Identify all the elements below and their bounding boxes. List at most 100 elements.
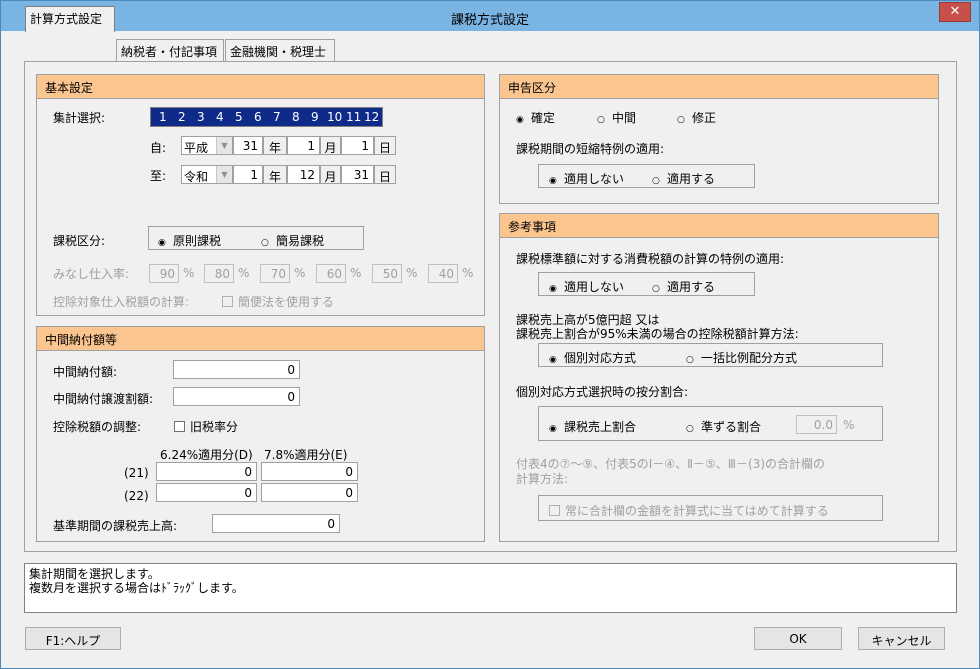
interim-payment-label: 中間納付額: xyxy=(53,365,118,379)
interim-payment-input[interactable]: 0 xyxy=(173,360,300,379)
tab-taxpayer[interactable]: 納税者・付記事項 xyxy=(116,39,224,61)
interim-header: 中間納付額等 xyxy=(37,327,484,351)
tax-class-label: 課税区分: xyxy=(53,234,106,248)
month-3[interactable]: 3 xyxy=(197,110,205,124)
radio-unchecked-icon: ○ xyxy=(686,355,694,365)
from-label: 自: xyxy=(150,141,167,155)
ratio-value-input[interactable]: 0.0 xyxy=(796,415,837,434)
row-21-label: (21) xyxy=(124,466,149,480)
method-proportional-radio[interactable]: ○ 一括比例配分方式 xyxy=(686,349,797,366)
chevron-down-icon[interactable]: ▼ xyxy=(216,137,232,154)
month-selector[interactable]: 1 2 3 4 5 6 7 8 9 10 11 12 xyxy=(150,107,383,127)
month-12[interactable]: 12 xyxy=(364,110,379,124)
ratio-equivalent-label: 準ずる割合 xyxy=(701,420,762,434)
report-interim-radio[interactable]: ○ 中間 xyxy=(597,109,636,126)
old-rate-checkbox-label: 旧税率分 xyxy=(190,420,239,434)
row-21-e-input[interactable]: 0 xyxy=(261,462,358,481)
cancel-button[interactable]: キャンセル xyxy=(858,627,945,650)
month-8[interactable]: 8 xyxy=(292,110,300,124)
to-era-select[interactable]: 令和 ▼ xyxy=(181,165,233,184)
ok-button[interactable]: OK xyxy=(754,627,842,650)
report-final-radio[interactable]: ◉ 確定 xyxy=(516,109,555,126)
special-label: 課税標準額に対する消費税額の計算の特例の適用: xyxy=(516,252,785,266)
shorten-no-radio[interactable]: ◉ 適用しない xyxy=(549,170,624,187)
help-button[interactable]: F1:ヘルプ xyxy=(25,627,121,650)
radio-unchecked-icon: ○ xyxy=(261,238,269,248)
month-7[interactable]: 7 xyxy=(273,110,281,124)
report-amend-radio[interactable]: ○ 修正 xyxy=(677,109,716,126)
base-sales-label: 基準期間の課税売上高: xyxy=(53,519,178,533)
month-5[interactable]: 5 xyxy=(235,110,243,124)
tax-class-simple-radio[interactable]: ○ 簡易課税 xyxy=(261,232,324,249)
to-label: 至: xyxy=(150,169,167,183)
radio-checked-icon: ◉ xyxy=(549,355,557,365)
from-year-unit: 年 xyxy=(263,136,287,155)
to-year-input[interactable]: 1 xyxy=(233,165,263,184)
from-month-input[interactable]: 1 xyxy=(287,136,320,155)
to-day-unit: 日 xyxy=(374,165,396,184)
to-month-input[interactable]: 12 xyxy=(287,165,320,184)
ratio-label: 個別対応方式選択時の按分割合: xyxy=(516,385,689,399)
close-button[interactable]: ✕ xyxy=(939,2,971,22)
deemed-rate-2: 80 xyxy=(204,264,234,283)
tax-class-principle-radio[interactable]: ◉ 原則課税 xyxy=(158,232,221,249)
row-22-d-input[interactable]: 0 xyxy=(156,483,257,502)
row-22-e-input[interactable]: 0 xyxy=(261,483,358,502)
simplified-checkbox[interactable]: 簡便法を使用する xyxy=(222,293,334,310)
ratio-sales-radio[interactable]: ◉ 課税売上割合 xyxy=(549,418,636,435)
radio-checked-icon: ◉ xyxy=(549,284,557,294)
tax-class-principle-label: 原則課税 xyxy=(173,234,222,248)
month-10[interactable]: 10 xyxy=(327,110,342,124)
pct-unit: % xyxy=(462,266,474,280)
interim-transfer-input[interactable]: 0 xyxy=(173,387,300,406)
report-interim-label: 中間 xyxy=(612,111,637,125)
col-d-header: 6.24%適用分(D) xyxy=(160,448,253,462)
base-sales-input[interactable]: 0 xyxy=(212,514,340,533)
to-day-input[interactable]: 31 xyxy=(341,165,374,184)
reference-header: 参考事項 xyxy=(500,214,938,238)
report-final-label: 確定 xyxy=(531,111,556,125)
radio-checked-icon: ◉ xyxy=(549,424,557,434)
month-11[interactable]: 11 xyxy=(346,110,361,124)
special-no-radio[interactable]: ◉ 適用しない xyxy=(549,278,624,295)
radio-checked-icon: ◉ xyxy=(158,238,166,248)
tab-bank[interactable]: 金融機関・税理士 xyxy=(225,39,335,61)
special-yes-radio[interactable]: ○ 適用する xyxy=(652,278,715,295)
method-label-2: 課税売上割合が95%未満の場合の控除税額計算方法: xyxy=(516,327,799,341)
shorten-no-label: 適用しない xyxy=(564,172,625,186)
shorten-yes-radio[interactable]: ○ 適用する xyxy=(652,170,715,187)
month-1[interactable]: 1 xyxy=(159,110,167,124)
deemed-rate-1: 90 xyxy=(149,264,179,283)
month-2[interactable]: 2 xyxy=(178,110,186,124)
from-era-select[interactable]: 平成 ▼ xyxy=(181,136,233,155)
chevron-down-icon[interactable]: ▼ xyxy=(216,166,232,183)
from-year-input[interactable]: 31 xyxy=(233,136,263,155)
tax-class-simple-label: 簡易課税 xyxy=(276,234,325,248)
shorten-yes-label: 適用する xyxy=(667,172,716,186)
old-rate-checkbox[interactable]: 旧税率分 xyxy=(174,418,238,435)
radio-unchecked-icon: ○ xyxy=(677,115,685,125)
method-proportional-label: 一括比例配分方式 xyxy=(701,351,798,365)
month-9[interactable]: 9 xyxy=(311,110,319,124)
deductible-label: 控除対象仕入税額の計算: xyxy=(53,295,190,309)
pct-unit: % xyxy=(238,266,250,280)
radio-unchecked-icon: ○ xyxy=(652,176,660,186)
to-era-value: 令和 xyxy=(184,170,209,184)
tab-calc-method[interactable]: 計算方式設定 xyxy=(25,6,115,32)
radio-unchecked-icon: ○ xyxy=(652,284,660,294)
month-4[interactable]: 4 xyxy=(216,110,224,124)
row-21-d-input[interactable]: 0 xyxy=(156,462,257,481)
checkbox-icon xyxy=(174,421,185,432)
title-bar[interactable]: 課税方式設定 ✕ xyxy=(1,1,979,32)
message-line-1: 集計期間を選択します。 xyxy=(29,567,160,581)
from-day-input[interactable]: 1 xyxy=(341,136,374,155)
ratio-equivalent-radio[interactable]: ○ 準ずる割合 xyxy=(686,418,761,435)
month-6[interactable]: 6 xyxy=(254,110,262,124)
from-month-unit: 月 xyxy=(320,136,341,155)
to-month-unit: 月 xyxy=(320,165,341,184)
radio-unchecked-icon: ○ xyxy=(686,424,694,434)
method-individual-label: 個別対応方式 xyxy=(564,351,637,365)
total-checkbox[interactable]: 常に合計欄の金額を計算式に当てはめて計算する xyxy=(549,502,829,519)
method-individual-radio[interactable]: ◉ 個別対応方式 xyxy=(549,349,636,366)
shorten-label: 課税期間の短縮特例の適用: xyxy=(516,142,665,156)
